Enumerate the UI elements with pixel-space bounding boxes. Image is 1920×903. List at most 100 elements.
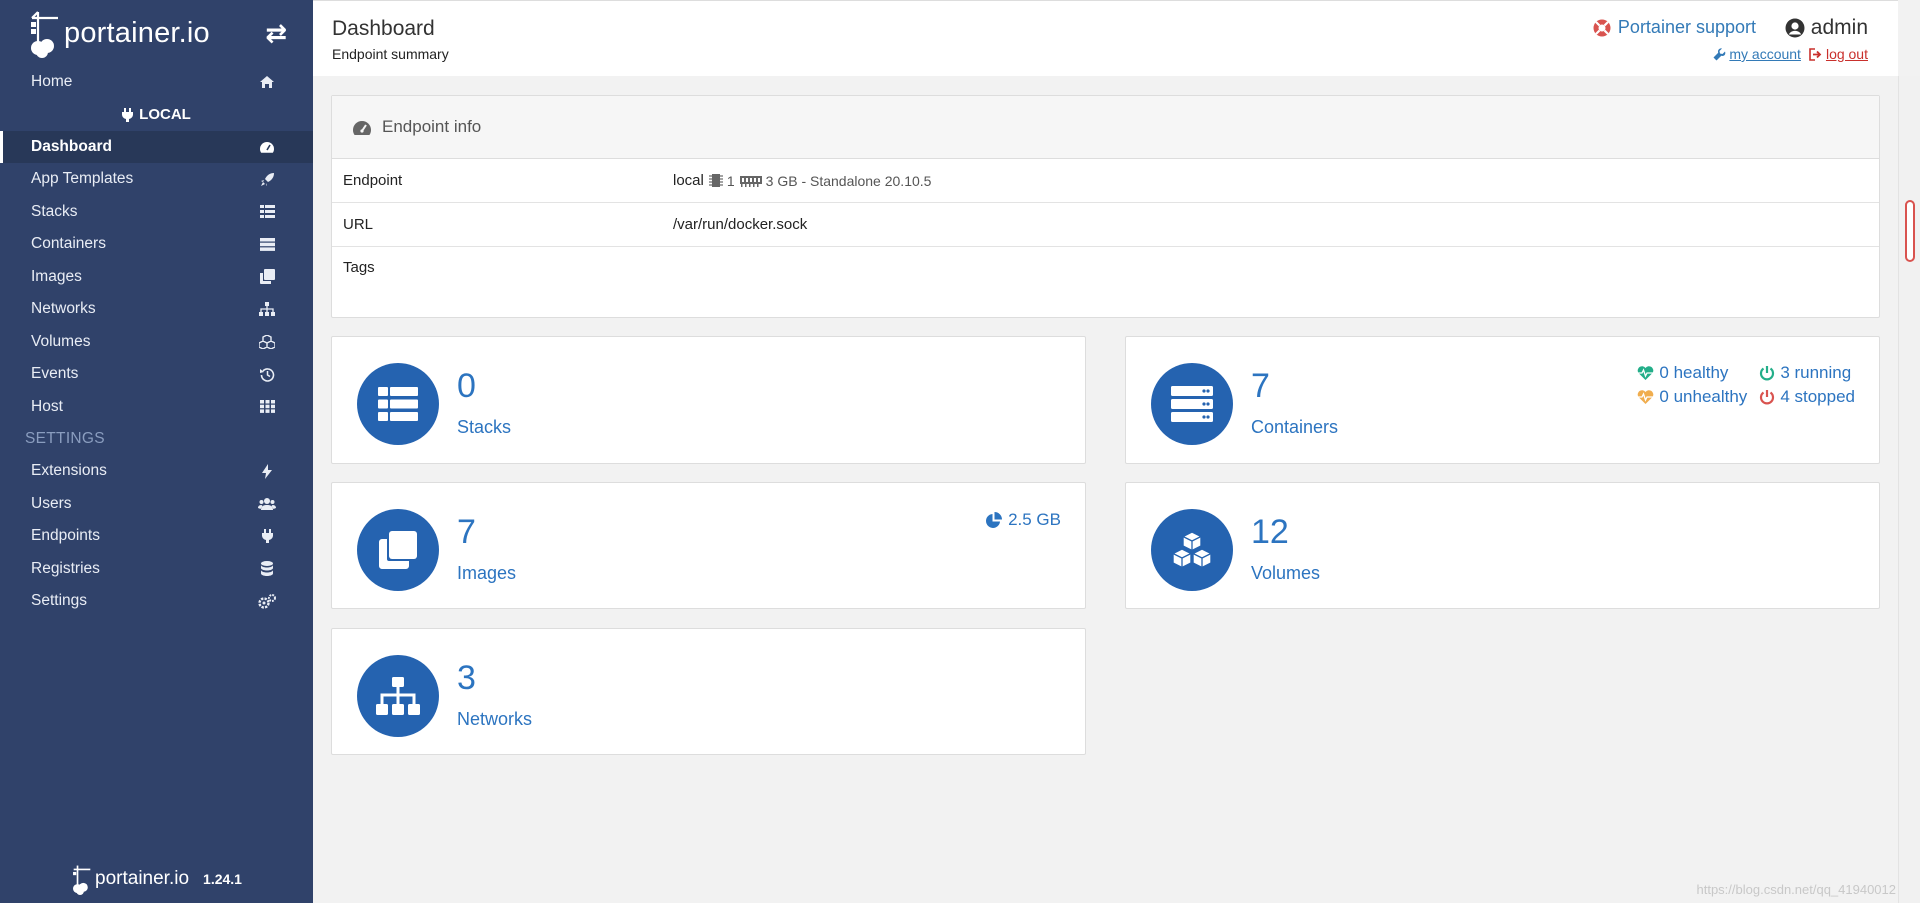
server-icon bbox=[258, 236, 276, 252]
sidebar-item-label: Dashboard bbox=[31, 137, 112, 155]
heartbeat-icon bbox=[1638, 389, 1654, 404]
stacks-label: Stacks bbox=[457, 417, 512, 437]
power-icon bbox=[1760, 366, 1775, 381]
sidebar-item-label: Registries bbox=[31, 559, 100, 577]
version-label: 1.24.1 bbox=[203, 871, 242, 887]
endpoint-name: LOCAL bbox=[0, 99, 313, 131]
sidebar-item-dashboard[interactable]: Dashboard bbox=[0, 130, 313, 163]
cogs-icon bbox=[258, 593, 276, 609]
memory-info: 3 GB - Standalone 20.10.5 bbox=[739, 173, 931, 189]
brand-header: portainer.io ⇄ bbox=[0, 0, 313, 66]
images-count: 7 bbox=[457, 513, 476, 551]
networks-circle bbox=[357, 655, 439, 737]
networks-widget[interactable]: 3 Networks bbox=[331, 628, 1086, 755]
stacks-circle bbox=[357, 363, 439, 445]
sidebar-item-images[interactable]: Images bbox=[0, 261, 313, 294]
portainer-support-link[interactable]: Portainer support bbox=[1593, 17, 1756, 38]
settings-heading: SETTINGS bbox=[25, 430, 105, 447]
endpoint-row: Endpoint local 1 3 GB - Standalone 20.10… bbox=[332, 159, 1879, 203]
scrollbar-thumb[interactable] bbox=[1905, 200, 1915, 262]
volumes-widget[interactable]: 12 Volumes bbox=[1125, 482, 1880, 609]
page-subtitle: Endpoint summary bbox=[332, 46, 449, 62]
sidebar-item-containers[interactable]: Containers bbox=[0, 228, 313, 261]
sidebar-item-label: Networks bbox=[31, 300, 96, 318]
header: Dashboard Endpoint summary Portainer sup… bbox=[313, 0, 1898, 76]
log-out-link[interactable]: log out bbox=[1809, 46, 1868, 62]
volumes-label: Volumes bbox=[1251, 563, 1321, 583]
sidebar-item-registries[interactable]: Registries bbox=[0, 553, 313, 586]
user-circle-icon bbox=[1785, 18, 1805, 38]
brand-text: portainer.io bbox=[64, 16, 210, 49]
history-icon bbox=[258, 366, 276, 382]
sidebar-item-events[interactable]: Events bbox=[0, 358, 313, 391]
containers-widget[interactable]: 7 Containers 0 healthy 3 running 0 unhea… bbox=[1125, 336, 1880, 464]
endpoint-info-panel: Endpoint info Endpoint local 1 3 GB - St… bbox=[331, 95, 1880, 318]
sidebar-item-settings[interactable]: Settings bbox=[0, 585, 313, 618]
page-title: Dashboard bbox=[332, 17, 435, 40]
account-links: my account log out bbox=[1713, 46, 1868, 62]
sidebar-item-label: Volumes bbox=[31, 332, 91, 350]
images-circle bbox=[357, 509, 439, 591]
stopped-status: 4 stopped bbox=[1759, 387, 1855, 407]
endpoint-info-header: Endpoint info bbox=[332, 96, 1879, 159]
switch-endpoint-icon[interactable]: ⇄ bbox=[265, 18, 287, 49]
endpoint-key: Endpoint bbox=[343, 172, 403, 189]
sidebar-item-app-templates[interactable]: App Templates bbox=[0, 163, 313, 196]
sidebar-item-label: Settings bbox=[31, 592, 88, 610]
sidebar-item-label: Users bbox=[31, 494, 72, 512]
containers-count: 7 bbox=[1251, 367, 1270, 405]
images-widget[interactable]: 7 Images 2.5 GB bbox=[331, 482, 1086, 609]
pie-chart-icon bbox=[986, 511, 1003, 528]
endpoint-name-value: local bbox=[673, 172, 704, 189]
sidebar-footer: portainer.io 1.24.1 bbox=[0, 855, 313, 903]
rocket-icon bbox=[258, 171, 276, 187]
images-label: Images bbox=[457, 563, 517, 583]
home-icon bbox=[258, 74, 276, 90]
sidebar-item-volumes[interactable]: Volumes bbox=[0, 326, 313, 359]
sidebar-item-label: Containers bbox=[31, 235, 106, 253]
database-icon bbox=[258, 561, 276, 577]
sidebar-item-users[interactable]: Users bbox=[0, 488, 313, 521]
images-size: 2.5 GB bbox=[985, 510, 1061, 530]
portainer-logo[interactable]: portainer.io bbox=[28, 8, 210, 58]
sidebar-item-endpoints[interactable]: Endpoints bbox=[0, 520, 313, 553]
stacks-widget[interactable]: 0 Stacks bbox=[331, 336, 1086, 464]
page-scrollbar[interactable] bbox=[1898, 76, 1920, 903]
tachometer-icon bbox=[353, 120, 371, 135]
sidebar-item-networks[interactable]: Networks bbox=[0, 293, 313, 326]
sidebar-item-label: Images bbox=[31, 267, 82, 285]
sidebar-item-label: Endpoints bbox=[31, 527, 100, 545]
users-icon bbox=[258, 496, 276, 512]
url-value: /var/run/docker.sock bbox=[673, 216, 808, 233]
sidebar-item-home[interactable]: Home bbox=[0, 66, 313, 99]
cpu-count: 1 bbox=[708, 173, 735, 189]
sign-out-icon bbox=[1809, 47, 1822, 61]
sidebar-item-host[interactable]: Host bbox=[0, 391, 313, 424]
sidebar: portainer.io ⇄ Home LOCAL Dashboard App … bbox=[0, 0, 313, 903]
cubes-icon bbox=[258, 334, 276, 350]
running-status: 3 running bbox=[1759, 363, 1855, 383]
containers-circle bbox=[1151, 363, 1233, 445]
microchip-icon bbox=[708, 174, 723, 187]
volumes-count: 12 bbox=[1251, 513, 1289, 551]
plug-icon bbox=[258, 528, 276, 544]
power-icon bbox=[1760, 390, 1775, 405]
url-key: URL bbox=[343, 216, 374, 233]
volumes-circle bbox=[1151, 509, 1233, 591]
sidebar-item-label: Host bbox=[31, 397, 63, 415]
crane-logo-icon bbox=[31, 11, 58, 58]
memory-icon bbox=[739, 175, 762, 187]
tags-row: Tags bbox=[332, 247, 1879, 291]
user-menu: admin bbox=[1785, 16, 1868, 40]
clone-icon bbox=[258, 269, 276, 285]
networks-count: 3 bbox=[457, 659, 476, 697]
support-icon bbox=[1593, 19, 1611, 36]
sidebar-item-stacks[interactable]: Stacks bbox=[0, 196, 313, 229]
server-icon bbox=[1171, 386, 1213, 422]
watermark-text: https://blog.csdn.net/qq_41940012 bbox=[1696, 882, 1897, 897]
networks-label: Networks bbox=[457, 709, 533, 729]
my-account-link[interactable]: my account bbox=[1713, 46, 1801, 62]
sidebar-item-extensions[interactable]: Extensions bbox=[0, 455, 313, 488]
sidebar-item-label: Stacks bbox=[31, 202, 78, 220]
stacks-count: 0 bbox=[457, 367, 476, 405]
